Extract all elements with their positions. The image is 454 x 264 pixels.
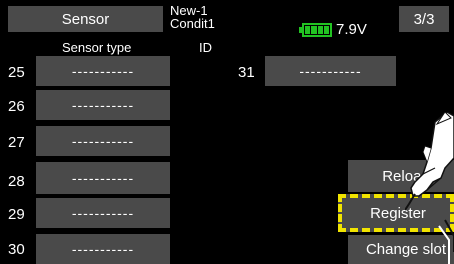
page-indicator[interactable]: 3/3 <box>399 6 449 32</box>
row-number: 26 <box>8 98 25 115</box>
column-header-sensor-type: Sensor type <box>62 40 132 55</box>
sensor-tab[interactable]: Sensor <box>8 6 163 32</box>
sensor-slot-28[interactable]: ----------- <box>36 162 170 194</box>
sensor-slot-30[interactable]: ----------- <box>36 234 170 264</box>
row-number: 30 <box>8 241 25 258</box>
sensor-slot-26[interactable]: ----------- <box>36 90 170 120</box>
row-number: 31 <box>238 64 255 81</box>
battery-icon <box>299 23 332 37</box>
sensor-slot-31[interactable]: ----------- <box>265 56 396 86</box>
row-number: 29 <box>8 206 25 223</box>
sensor-slot-29[interactable]: ----------- <box>36 198 170 228</box>
column-header-id: ID <box>199 40 212 55</box>
voltage-readout: 7.9V <box>336 21 367 38</box>
row-number: 25 <box>8 64 25 81</box>
sensor-slot-27[interactable]: ----------- <box>36 126 170 156</box>
row-number: 27 <box>8 134 25 151</box>
condition-name: Condit1 <box>170 16 215 31</box>
hand-pointer-icon <box>405 112 454 264</box>
sensor-slot-25[interactable]: ----------- <box>36 56 170 86</box>
row-number: 28 <box>8 173 25 190</box>
